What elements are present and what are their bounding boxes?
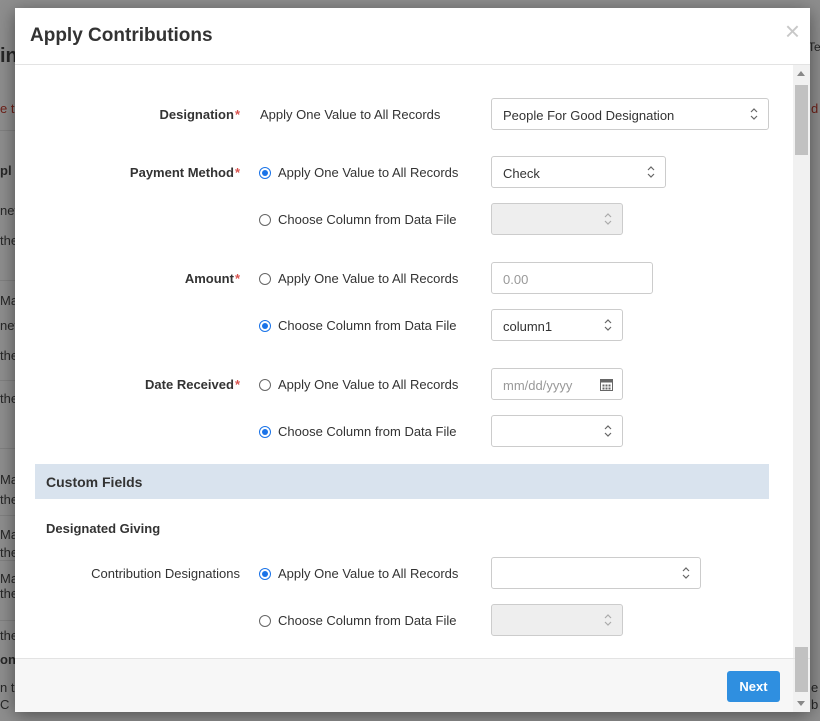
radio-unchecked-icon[interactable] <box>259 273 271 285</box>
designated-giving-title: Designated Giving <box>46 521 161 536</box>
option-label: Choose Column from Data File <box>278 424 457 439</box>
contribution-designations-choose-option[interactable]: Choose Column from Data File <box>259 613 456 628</box>
payment-method-choose-option[interactable]: Choose Column from Data File <box>259 212 456 227</box>
required-marker: * <box>234 271 240 286</box>
close-icon[interactable]: × <box>785 18 800 44</box>
required-marker: * <box>234 377 240 392</box>
scroll-down-icon[interactable] <box>797 701 805 706</box>
scroll-up-icon[interactable] <box>797 71 805 76</box>
next-button[interactable]: Next <box>727 671 780 702</box>
designation-row: Designation* Apply One Value to All Reco… <box>15 98 785 132</box>
updown-chevron-icon <box>604 319 612 331</box>
designation-select[interactable]: People For Good Designation <box>491 98 769 130</box>
outer-scrollbar[interactable] <box>793 647 810 712</box>
updown-chevron-icon <box>682 567 690 579</box>
amount-label: Amount* <box>184 271 240 286</box>
modal-body-scrollbar[interactable] <box>793 65 810 658</box>
option-label: Choose Column from Data File <box>278 613 457 628</box>
radio-checked-icon[interactable] <box>259 167 271 179</box>
payment-method-select-value: Check <box>503 166 540 181</box>
radio-unchecked-icon[interactable] <box>259 214 271 226</box>
designation-label: Designation* <box>159 107 240 122</box>
required-marker: * <box>234 107 240 122</box>
payment-method-choose-row: Choose Column from Data File <box>15 203 785 237</box>
contribution-designations-row: Contribution Designations Apply One Valu… <box>15 557 785 591</box>
payment-method-column-select <box>491 203 623 235</box>
date-received-input[interactable]: mm/dd/yyyy <box>491 368 623 400</box>
radio-checked-icon[interactable] <box>259 426 271 438</box>
updown-chevron-icon <box>647 166 655 178</box>
date-received-row: Date Received* Apply One Value to All Re… <box>15 368 785 402</box>
apply-contributions-dialog: Apply Contributions × Designation* Apply… <box>15 8 810 712</box>
required-marker: * <box>234 165 240 180</box>
modal-footer: Next <box>15 647 810 712</box>
radio-checked-icon[interactable] <box>259 320 271 332</box>
payment-method-select[interactable]: Check <box>491 156 666 188</box>
designation-select-value: People For Good Designation <box>503 108 675 123</box>
radio-checked-icon[interactable] <box>259 568 271 580</box>
contribution-designations-column-select <box>491 604 623 636</box>
amount-column-select[interactable]: column1 <box>491 309 623 341</box>
date-received-choose-option[interactable]: Choose Column from Data File <box>259 424 456 439</box>
amount-input-placeholder: 0.00 <box>503 272 529 287</box>
payment-method-label: Payment Method* <box>129 165 240 180</box>
option-label: Choose Column from Data File <box>278 212 457 227</box>
amount-choose-option[interactable]: Choose Column from Data File <box>259 318 456 333</box>
payment-method-apply-option[interactable]: Apply One Value to All Records <box>259 165 458 180</box>
calendar-icon[interactable] <box>600 378 613 391</box>
designation-option-text: Apply One Value to All Records <box>260 107 441 122</box>
option-label: Choose Column from Data File <box>278 318 457 333</box>
scrollbar-thumb[interactable] <box>795 85 808 155</box>
date-received-apply-option[interactable]: Apply One Value to All Records <box>259 377 458 392</box>
amount-choose-row: Choose Column from Data File column1 <box>15 309 785 343</box>
custom-fields-section-header: Custom Fields <box>35 464 769 499</box>
contribution-designations-label: Contribution Designations <box>91 566 240 581</box>
date-received-column-select[interactable] <box>491 415 623 447</box>
contribution-designations-choose-row: Choose Column from Data File <box>15 604 785 638</box>
updown-chevron-icon <box>604 213 612 225</box>
date-received-label: Date Received* <box>145 377 240 392</box>
amount-input[interactable]: 0.00 <box>491 262 653 294</box>
modal-header: Apply Contributions × <box>15 8 810 65</box>
outer-scrollbar-thumb[interactable] <box>795 647 808 692</box>
option-label: Apply One Value to All Records <box>278 566 459 581</box>
amount-apply-option[interactable]: Apply One Value to All Records <box>259 271 458 286</box>
radio-unchecked-icon[interactable] <box>259 379 271 391</box>
date-received-choose-row: Choose Column from Data File <box>15 415 785 449</box>
contribution-designations-select[interactable] <box>491 557 701 589</box>
radio-unchecked-icon[interactable] <box>259 615 271 627</box>
contribution-designations-apply-option[interactable]: Apply One Value to All Records <box>259 566 458 581</box>
modal-title: Apply Contributions <box>30 25 213 46</box>
updown-chevron-icon <box>604 425 612 437</box>
updown-chevron-icon <box>750 108 758 120</box>
date-received-placeholder: mm/dd/yyyy <box>503 378 573 393</box>
modal-body: Designation* Apply One Value to All Reco… <box>15 65 810 658</box>
option-label: Apply One Value to All Records <box>278 377 459 392</box>
payment-method-row: Payment Method* Apply One Value to All R… <box>15 156 785 190</box>
amount-row: Amount* Apply One Value to All Records 0… <box>15 262 785 296</box>
amount-column-value: column1 <box>503 319 553 334</box>
updown-chevron-icon <box>604 614 612 626</box>
custom-fields-title: Custom Fields <box>46 474 143 490</box>
option-label: Apply One Value to All Records <box>278 165 459 180</box>
option-label: Apply One Value to All Records <box>278 271 459 286</box>
